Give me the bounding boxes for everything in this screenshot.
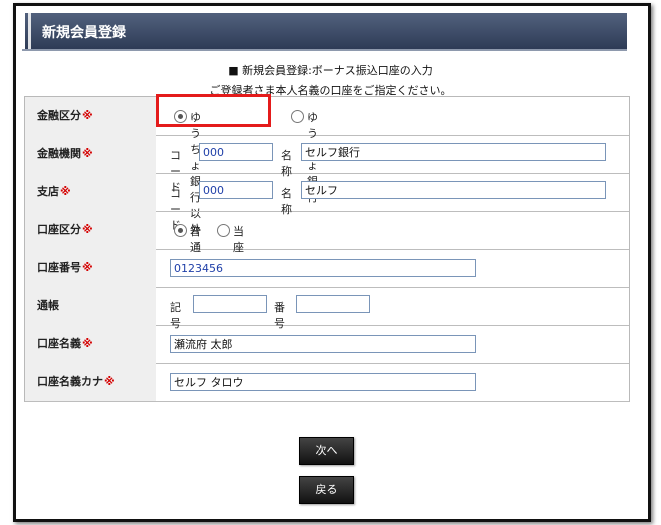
field-label: 支店※ [25,173,156,211]
field-label: 口座名義カナ※ [25,363,156,401]
field-label: 通帳 [25,287,156,325]
row-account-type: 口座区分※ 普通 当座 [25,211,629,254]
required-mark: ※ [82,147,93,160]
row-account-number: 口座番号※ 0123456 [25,249,629,288]
back-button[interactable]: 戻る [299,476,354,504]
bank-account-form: 金融区分※ ゆうちょ銀行以外 ゆうちょ銀行 金融機関※ コード 000 名称 セ… [24,96,630,402]
required-mark: ※ [82,261,93,274]
account-holder-input[interactable]: 瀬流府 太郎 [170,335,476,353]
passbook-bango-input[interactable] [296,295,370,313]
required-mark: ※ [60,185,71,198]
field-label: 口座番号※ [25,249,156,287]
bank-code-input[interactable]: 000 [199,143,273,161]
page-title: 新規会員登録 [42,25,126,41]
field-label: 金融区分※ [25,97,156,135]
next-button[interactable]: 次へ [299,437,354,465]
radio-current[interactable] [217,224,230,237]
field-label: 口座名義※ [25,325,156,363]
passbook-kigo-input[interactable] [193,295,267,313]
branch-code-input[interactable]: 000 [199,181,273,199]
highlight-box [156,94,271,127]
row-passbook: 通帳 記号 番号 [25,287,629,330]
page-header: 新規会員登録 [22,13,627,51]
row-financial-institution: 金融機関※ コード 000 名称 セルフ銀行 [25,135,629,194]
header-accent-bar [28,13,31,49]
required-mark: ※ [82,109,93,122]
account-holder-kana-input[interactable]: セルフ タロウ [170,373,476,391]
required-mark: ※ [104,375,115,388]
row-account-holder-kana: 口座名義カナ※ セルフ タロウ [25,363,629,402]
account-number-input[interactable]: 0123456 [170,259,476,277]
field-label: 口座区分※ [25,211,156,249]
section-heading: ■ 新規会員登録:ボーナス振込口座の入力 [228,64,433,77]
radio-ordinary[interactable] [174,224,187,237]
row-branch: 支店※ コード 000 名称 セルフ [25,173,629,232]
field-label: 金融機関※ [25,135,156,173]
header-accent-bar [22,13,25,49]
required-mark: ※ [82,223,93,236]
required-mark: ※ [82,337,93,350]
radio-yucho[interactable] [291,110,304,123]
row-financial-type: 金融区分※ ゆうちょ銀行以外 ゆうちょ銀行 [25,97,629,236]
row-account-holder: 口座名義※ 瀬流府 太郎 [25,325,629,364]
bank-name-input[interactable]: セルフ銀行 [301,143,606,161]
branch-name-input[interactable]: セルフ [301,181,606,199]
